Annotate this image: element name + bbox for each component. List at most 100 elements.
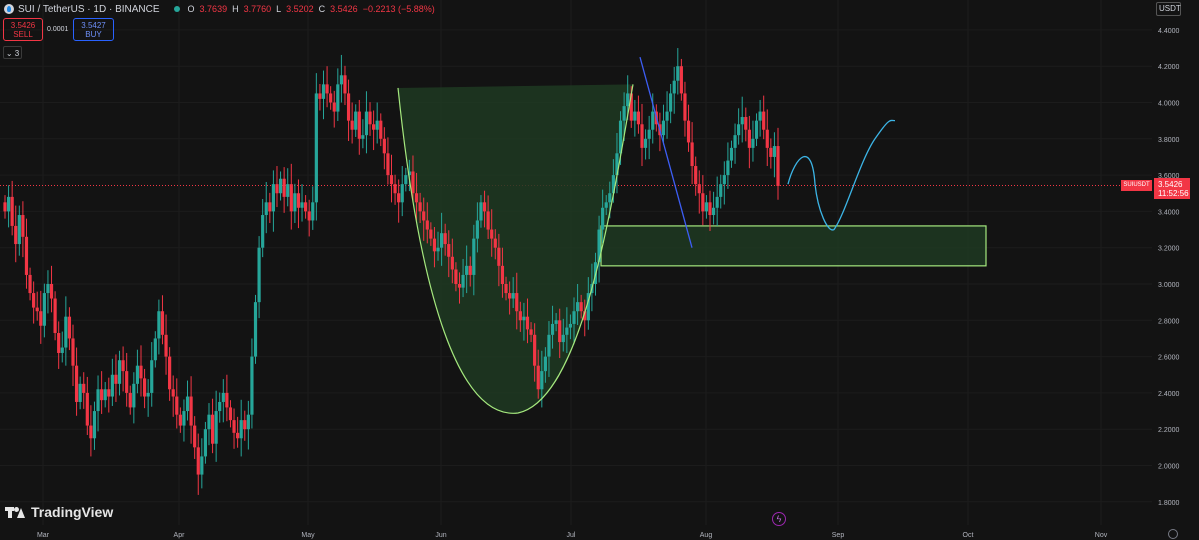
candle-body xyxy=(465,265,469,275)
candle-body xyxy=(24,236,29,275)
candle-body xyxy=(550,323,555,335)
candle-body xyxy=(171,389,175,397)
candle-body xyxy=(296,193,301,208)
candle-body xyxy=(432,238,437,252)
settings-gear-icon[interactable] xyxy=(1168,529,1178,539)
x-tick-label: Jul xyxy=(567,532,576,539)
candle-body xyxy=(533,334,537,366)
candle-body xyxy=(160,311,165,335)
lightning-icon[interactable]: ϟ xyxy=(772,512,786,526)
candle-body xyxy=(575,302,580,312)
candle-body xyxy=(261,215,265,248)
candle-body xyxy=(232,420,236,433)
buy-button[interactable]: 3.5427 BUY xyxy=(73,18,114,41)
candle-body xyxy=(604,202,608,208)
candle-body xyxy=(726,160,730,176)
candle-body xyxy=(32,293,36,308)
candle-body xyxy=(17,215,21,245)
candle-body xyxy=(64,316,68,348)
candle-body xyxy=(754,120,759,139)
candle-body xyxy=(200,456,204,475)
candle-body xyxy=(636,111,641,125)
candle-body xyxy=(751,138,755,148)
low-value: 3.5202 xyxy=(286,4,314,14)
x-tick-label: Mar xyxy=(37,532,50,539)
candle-body xyxy=(411,171,415,194)
candle-body xyxy=(443,233,447,245)
candle-body xyxy=(733,135,737,148)
candle-body xyxy=(311,202,315,221)
candle-body xyxy=(139,365,143,379)
candle-body xyxy=(525,316,530,330)
indicators-toggle-button[interactable]: ⌄ 3 xyxy=(3,46,22,59)
candle-body xyxy=(164,334,168,357)
y-tick-label: 3.2000 xyxy=(1158,246,1180,253)
candle-body xyxy=(543,356,547,372)
candle-body xyxy=(472,238,476,275)
candle-body xyxy=(740,117,744,125)
candle-body xyxy=(282,178,286,197)
candle-body xyxy=(125,371,129,393)
candle-body xyxy=(336,84,340,112)
candle-body xyxy=(157,311,161,339)
symbol-title[interactable]: SUI / TetherUS · 1D · BINANCE xyxy=(18,4,160,15)
candle-body xyxy=(257,247,261,303)
change-value: −0.2213 (−5.88%) xyxy=(362,4,435,14)
sell-button[interactable]: 3.5426 SELL xyxy=(3,18,43,41)
candle-body xyxy=(117,360,122,384)
descending-trendline xyxy=(639,56,693,248)
candle-body xyxy=(701,193,705,212)
candle-body xyxy=(418,202,422,212)
candle-body xyxy=(53,298,57,334)
candle-body xyxy=(558,320,562,343)
candle-body xyxy=(35,307,39,312)
candle-body xyxy=(325,84,329,94)
candle-body xyxy=(672,80,676,94)
candle-body xyxy=(314,93,318,203)
candle-body xyxy=(429,229,433,239)
candle-body xyxy=(42,293,46,326)
tradingview-logo-icon xyxy=(5,505,25,519)
candle-body xyxy=(404,175,408,185)
candle-body xyxy=(39,311,43,326)
y-tick-label: 3.0000 xyxy=(1158,282,1180,289)
candle-body xyxy=(350,120,354,130)
candle-body xyxy=(132,383,136,408)
candle-body xyxy=(74,365,79,402)
candle-body xyxy=(776,146,780,186)
candle-body xyxy=(21,215,25,237)
candle-body xyxy=(665,111,669,121)
candle-body xyxy=(475,220,479,239)
candle-body xyxy=(561,334,565,343)
candle-body xyxy=(271,184,276,212)
x-tick-label: May xyxy=(301,532,315,539)
high-label: H xyxy=(232,4,239,14)
currency-selector[interactable]: USDT xyxy=(1156,2,1181,16)
candle-body xyxy=(121,360,125,372)
candle-body xyxy=(28,274,32,294)
y-tick-label: 2.6000 xyxy=(1158,355,1180,362)
candle-body xyxy=(694,166,698,185)
demand-zone xyxy=(600,225,987,267)
candlestick-chart[interactable]: 4.40004.20004.00003.80003.60003.40003.20… xyxy=(0,0,1199,540)
candle-body xyxy=(397,193,401,203)
buy-price: 3.5427 xyxy=(81,21,106,30)
candle-body xyxy=(482,202,487,212)
candle-body xyxy=(368,111,372,125)
candle-body xyxy=(529,329,533,335)
candle-body xyxy=(554,320,558,324)
candle-body xyxy=(565,327,569,335)
candle-body xyxy=(719,184,723,197)
chart-header: SUI / TetherUS · 1D · BINANCE O 3.7639 H3… xyxy=(4,2,435,16)
close-label: C xyxy=(318,4,326,14)
candle-body xyxy=(737,124,741,136)
last-price-value: 3.5426 xyxy=(1158,180,1183,189)
candle-body xyxy=(504,284,508,294)
candle-body xyxy=(661,120,666,136)
candle-body xyxy=(522,316,526,321)
candle-body xyxy=(354,111,358,130)
candle-body xyxy=(457,284,462,288)
tradingview-logo[interactable]: TradingView xyxy=(5,504,113,520)
candle-body xyxy=(196,447,200,475)
candle-body xyxy=(332,102,336,112)
